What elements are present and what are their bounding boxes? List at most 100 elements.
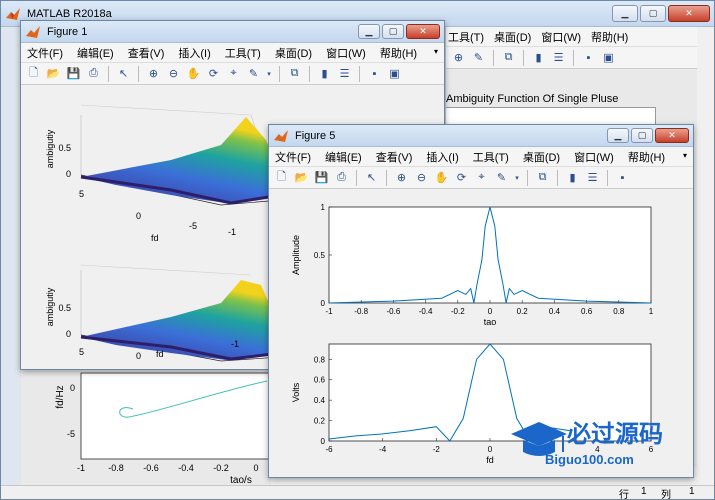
- menu-desktop[interactable]: 桌面(D): [523, 149, 560, 165]
- hide-plot-tools-icon[interactable]: ▪: [366, 65, 383, 82]
- colorbar-icon[interactable]: ▮: [316, 65, 333, 82]
- plot0-xtick-label-7: 0.4: [549, 307, 561, 316]
- chevron-down-icon[interactable]: ▾: [265, 65, 273, 82]
- menu-window[interactable]: 窗口(W): [326, 45, 366, 61]
- data-cursor-icon[interactable]: ⌖: [225, 65, 242, 82]
- brush-icon[interactable]: ✎: [245, 65, 262, 82]
- brush-icon[interactable]: ✎: [470, 49, 487, 66]
- menu-help[interactable]: 帮助(H): [628, 149, 665, 165]
- plot1-ytick-label-1: 0.2: [314, 417, 326, 426]
- status-col-value: 1: [689, 486, 695, 497]
- menu-file[interactable]: 文件(F): [275, 149, 311, 165]
- print-icon[interactable]: ⎙: [85, 65, 102, 82]
- menu-window[interactable]: 窗口(W): [541, 29, 581, 45]
- ylabel: fd/Hz: [55, 385, 66, 408]
- menu-overflow-icon[interactable]: ▾: [683, 151, 687, 160]
- open-file-icon[interactable]: 📂: [293, 169, 310, 186]
- plot0-ytick-label-1: 0.5: [314, 251, 326, 260]
- figure1-close-button[interactable]: ✕: [406, 24, 440, 39]
- figure5-maximize-button[interactable]: ▢: [631, 128, 653, 143]
- maximize-button[interactable]: ▢: [640, 5, 666, 22]
- link-icon[interactable]: ⧉: [500, 49, 517, 66]
- data-cursor-icon[interactable]: ⌖: [473, 169, 490, 186]
- menu-desktop[interactable]: 桌面(D): [494, 29, 531, 45]
- link-icon[interactable]: ⧉: [286, 65, 303, 82]
- plot0-xtick-label-6: 0.2: [517, 307, 529, 316]
- menu-view[interactable]: 查看(V): [376, 149, 413, 165]
- pan-icon[interactable]: ✋: [433, 169, 450, 186]
- hide-plot-tools-icon[interactable]: ▪: [580, 49, 597, 66]
- figure5-close-button[interactable]: ✕: [655, 128, 689, 143]
- figure5-minimize-button[interactable]: ▁: [607, 128, 629, 143]
- plot0-xtick-label-9: 0.8: [613, 307, 625, 316]
- menu-edit[interactable]: 编辑(E): [325, 149, 362, 165]
- show-plot-tools-icon[interactable]: ▣: [386, 65, 403, 82]
- brush-icon[interactable]: ✎: [493, 169, 510, 186]
- zoom-in-icon[interactable]: ⊕: [145, 65, 162, 82]
- xtick-4: -0.2: [213, 463, 229, 473]
- plot1-xlabel: fd: [486, 455, 494, 465]
- figure1-title: Figure 1: [47, 25, 88, 38]
- menu-insert[interactable]: 插入(I): [178, 45, 210, 61]
- minimize-button[interactable]: ▁: [612, 5, 638, 22]
- open-file-icon[interactable]: 📂: [45, 65, 62, 82]
- edit-plot-icon[interactable]: ↖: [363, 169, 380, 186]
- f1-lower-ztick-1: 0: [66, 329, 71, 339]
- plot0-xtick-label-10: 1: [649, 307, 654, 316]
- menu-insert[interactable]: 插入(I): [426, 149, 458, 165]
- menu-tools[interactable]: 工具(T): [225, 45, 261, 61]
- rotate-3d-icon[interactable]: ⟳: [453, 169, 470, 186]
- figure-icon: [26, 25, 40, 38]
- menu-file[interactable]: 文件(F): [27, 45, 63, 61]
- edit-plot-icon[interactable]: ↖: [115, 65, 132, 82]
- menu-tools[interactable]: 工具(T): [473, 149, 509, 165]
- menu-edit[interactable]: 编辑(E): [77, 45, 114, 61]
- figure1-minimize-button[interactable]: ▁: [358, 24, 380, 39]
- link-icon[interactable]: ⧉: [534, 169, 551, 186]
- menu-desktop[interactable]: 桌面(D): [275, 45, 312, 61]
- plot1-ylabel: Volts: [291, 382, 301, 402]
- hide-plot-tools-icon[interactable]: ▪: [614, 169, 631, 186]
- plot0-xtick-label-0: -1: [325, 307, 333, 316]
- xtick-5: 0: [253, 463, 258, 473]
- new-figure-icon[interactable]: 🗋: [273, 169, 290, 186]
- figure-icon: [274, 129, 288, 142]
- zoom-in-icon[interactable]: ⊕: [393, 169, 410, 186]
- print-icon[interactable]: ⎙: [333, 169, 350, 186]
- ytick-0: 0: [70, 383, 75, 393]
- zoom-out-icon[interactable]: ⊖: [165, 65, 182, 82]
- menu-window[interactable]: 窗口(W): [574, 149, 614, 165]
- plot0-xlabel: tao: [484, 317, 497, 327]
- legend-icon[interactable]: ☰: [336, 65, 353, 82]
- pan-icon[interactable]: ✋: [185, 65, 202, 82]
- plot0-xtick-label-2: -0.6: [387, 307, 401, 316]
- plot1-xtick-label-4: 2: [541, 445, 546, 454]
- save-icon[interactable]: 💾: [313, 169, 330, 186]
- menu-overflow-icon[interactable]: ▾: [434, 47, 438, 56]
- rotate-3d-icon[interactable]: ⟳: [205, 65, 222, 82]
- plot1-xtick-label-5: 4: [595, 445, 600, 454]
- save-icon[interactable]: 💾: [65, 65, 82, 82]
- menu-tools[interactable]: 工具(T): [448, 29, 484, 45]
- matlab-left-strip: [1, 27, 21, 487]
- figure1-menubar: 文件(F) 编辑(E) 查看(V) 插入(I) 工具(T) 桌面(D) 窗口(W…: [21, 43, 444, 63]
- plot0-xtick-label-5: 0: [488, 307, 493, 316]
- zoom-out-icon[interactable]: ⊖: [413, 169, 430, 186]
- figure1-maximize-button[interactable]: ▢: [382, 24, 404, 39]
- chevron-down-icon[interactable]: ▾: [513, 169, 521, 186]
- show-plot-tools-icon[interactable]: ▣: [600, 49, 617, 66]
- plot0-xtick-label-4: -0.2: [451, 307, 465, 316]
- back-figure-title: Ambiguity Function Of Single Pluse: [446, 93, 619, 105]
- menu-help[interactable]: 帮助(H): [380, 45, 417, 61]
- colorbar-icon[interactable]: ▮: [530, 49, 547, 66]
- data-cursor-icon[interactable]: ⊕: [450, 49, 467, 66]
- colorbar-icon[interactable]: ▮: [564, 169, 581, 186]
- f1-upper-ztick-1: 0: [66, 169, 71, 179]
- new-figure-icon[interactable]: 🗋: [25, 65, 42, 82]
- legend-icon[interactable]: ☰: [550, 49, 567, 66]
- menu-help[interactable]: 帮助(H): [591, 29, 628, 45]
- menu-view[interactable]: 查看(V): [128, 45, 165, 61]
- xtick-2: -0.6: [143, 463, 159, 473]
- legend-icon[interactable]: ☰: [584, 169, 601, 186]
- close-button[interactable]: ✕: [668, 5, 710, 22]
